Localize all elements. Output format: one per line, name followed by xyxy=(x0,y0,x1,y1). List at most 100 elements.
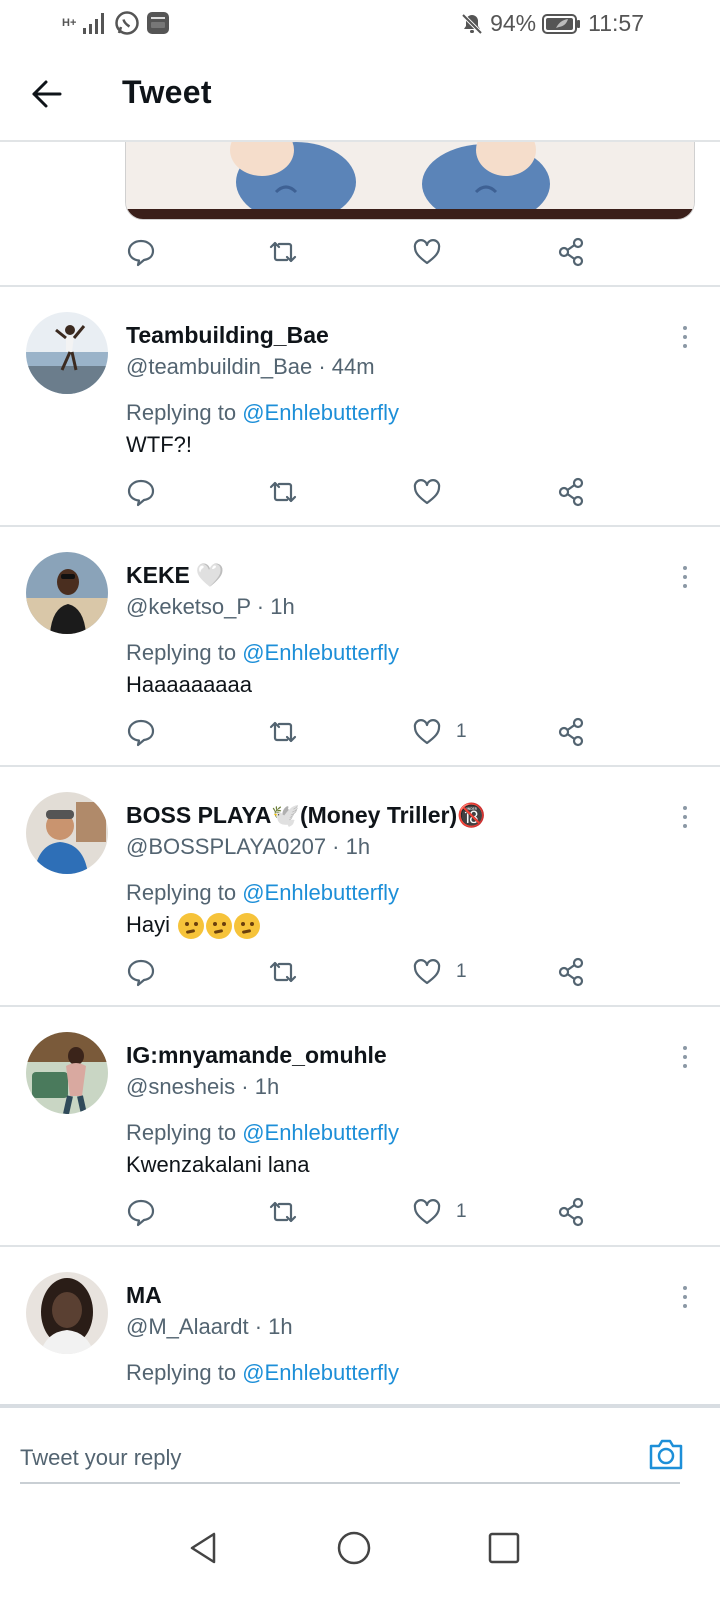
display-name[interactable]: IG:mnyamande_omuhle xyxy=(126,1042,387,1069)
replying-to-label: Replying to xyxy=(126,880,243,905)
avatar[interactable] xyxy=(26,312,108,394)
more-options-icon[interactable] xyxy=(680,326,690,356)
status-bar-left: H+ xyxy=(62,10,170,36)
back-arrow-icon[interactable] xyxy=(26,72,70,116)
more-options-icon[interactable] xyxy=(680,1046,690,1076)
replying-to-mention-link[interactable]: @Enhlebutterfly xyxy=(242,1360,399,1385)
more-options-icon[interactable] xyxy=(680,566,690,596)
share-icon xyxy=(558,957,584,987)
display-name[interactable]: Teambuilding_Bae xyxy=(126,322,329,349)
clock: 11:57 xyxy=(588,10,644,36)
avatar[interactable] xyxy=(26,792,108,874)
nav-home-icon[interactable] xyxy=(334,1528,374,1568)
more-options-icon[interactable] xyxy=(680,806,690,836)
handle-and-time[interactable]: @teambuildin_Bae · 44m xyxy=(126,354,375,380)
reply-action-bar xyxy=(126,472,606,512)
reply-action-bar: 1 xyxy=(126,1192,606,1232)
reply-icon xyxy=(127,959,155,987)
more-options-icon[interactable] xyxy=(680,1286,690,1316)
like-button[interactable]: 1 xyxy=(412,1192,467,1232)
display-name-row[interactable]: IG:mnyamande_omuhle xyxy=(126,1042,387,1069)
like-count: 1 xyxy=(456,961,467,982)
replying-to-label: Replying to xyxy=(126,1360,243,1385)
like-button[interactable] xyxy=(412,232,442,272)
retweet-icon xyxy=(269,241,297,263)
tweet-text: WTF?! xyxy=(126,432,192,457)
reply-button[interactable] xyxy=(126,1192,156,1232)
reply-tweet[interactable]: MA @M_Alaardt · 1h Replying to @Enhlebut… xyxy=(0,1246,720,1404)
share-button[interactable] xyxy=(556,712,586,752)
replying-to-mention-link[interactable]: @Enhlebutterfly xyxy=(242,640,399,665)
display-name[interactable]: BOSS PLAYA🕊️(Money Triller)🔞 xyxy=(126,802,486,829)
tweet-text: Kwenzakalani lana xyxy=(126,1152,310,1177)
nav-back-icon[interactable] xyxy=(184,1528,224,1568)
tweet-text: Hayi xyxy=(126,912,171,937)
battery-icon xyxy=(542,13,581,34)
reply-action-bar: 1 xyxy=(126,952,606,992)
share-icon xyxy=(558,477,584,507)
like-button[interactable]: 1 xyxy=(412,952,467,992)
thinking-face-emoji-icon xyxy=(178,913,205,940)
like-count: 1 xyxy=(456,1201,467,1222)
share-button[interactable] xyxy=(556,1192,586,1232)
like-icon xyxy=(413,719,441,745)
reply-icon xyxy=(127,719,155,747)
like-button[interactable]: 1 xyxy=(412,712,467,752)
handle-and-time[interactable]: @keketso_P · 1h xyxy=(126,594,295,620)
display-name[interactable]: KEKE xyxy=(126,562,190,589)
retweet-button[interactable] xyxy=(268,1192,298,1232)
retweet-button[interactable] xyxy=(268,472,298,512)
share-icon xyxy=(558,1197,584,1227)
battery-percentage: 94% xyxy=(490,10,537,36)
status-bar-right: 94% 11:57 xyxy=(460,10,644,37)
reply-button[interactable] xyxy=(126,232,156,272)
share-button[interactable] xyxy=(556,232,586,272)
reply-button[interactable] xyxy=(126,472,156,512)
handle-and-time[interactable]: @snesheis · 1h xyxy=(126,1074,279,1100)
like-button[interactable] xyxy=(412,472,456,512)
reply-button[interactable] xyxy=(126,712,156,752)
tweet-reply-input[interactable] xyxy=(20,1434,680,1484)
tweet-text: Haaaaaaaaa xyxy=(126,672,253,697)
handle-and-time[interactable]: @M_Alaardt · 1h xyxy=(126,1314,293,1340)
tweet-media-image[interactable] xyxy=(125,142,695,220)
display-name-row[interactable]: KEKE 🤍 xyxy=(126,562,225,589)
replying-to-mention-link[interactable]: @Enhlebutterfly xyxy=(242,1120,399,1145)
display-name-row[interactable]: MA xyxy=(126,1282,162,1309)
display-name-row[interactable]: BOSS PLAYA🕊️(Money Triller)🔞 xyxy=(126,802,486,829)
display-name[interactable]: MA xyxy=(126,1282,162,1309)
retweet-icon xyxy=(269,1201,297,1223)
avatar[interactable] xyxy=(26,1032,108,1114)
display-name-row[interactable]: Teambuilding_Bae xyxy=(126,322,329,349)
thinking-face-emoji-icon xyxy=(206,913,233,940)
top-app-bar: Tweet xyxy=(0,48,720,142)
replying-to-mention-link[interactable]: @Enhlebutterfly xyxy=(242,880,399,905)
retweet-button[interactable] xyxy=(268,712,298,752)
system-navigation-bar xyxy=(0,1508,720,1600)
retweet-icon xyxy=(269,481,297,503)
retweet-button[interactable] xyxy=(268,232,298,272)
share-icon xyxy=(558,717,584,747)
camera-icon[interactable] xyxy=(646,1434,686,1474)
nav-recents-icon[interactable] xyxy=(484,1528,524,1568)
share-button[interactable] xyxy=(556,472,586,512)
replying-to-label: Replying to xyxy=(126,400,243,425)
replying-to: Replying to @Enhlebutterfly xyxy=(126,1360,399,1386)
avatar[interactable] xyxy=(26,1272,108,1354)
replying-to: Replying to @Enhlebutterfly xyxy=(126,1120,399,1146)
avatar[interactable] xyxy=(26,552,108,634)
reply-icon xyxy=(127,479,155,507)
status-bar: H+ 94% 11:57 xyxy=(0,0,720,48)
retweet-button[interactable] xyxy=(268,952,298,992)
handle-and-time[interactable]: @BOSSPLAYA0207 · 1h xyxy=(126,834,370,860)
like-icon xyxy=(413,239,441,265)
reply-action-bar: 1 xyxy=(126,712,606,752)
reply-button[interactable] xyxy=(126,952,156,992)
replying-to-mention-link[interactable]: @Enhlebutterfly xyxy=(242,400,399,425)
share-button[interactable] xyxy=(556,952,586,992)
replying-to: Replying to @Enhlebutterfly xyxy=(126,400,399,426)
retweet-icon xyxy=(269,961,297,983)
network-type-label: H+ xyxy=(62,16,77,29)
share-icon xyxy=(558,237,584,267)
top-tweet-action-bar xyxy=(126,232,606,272)
